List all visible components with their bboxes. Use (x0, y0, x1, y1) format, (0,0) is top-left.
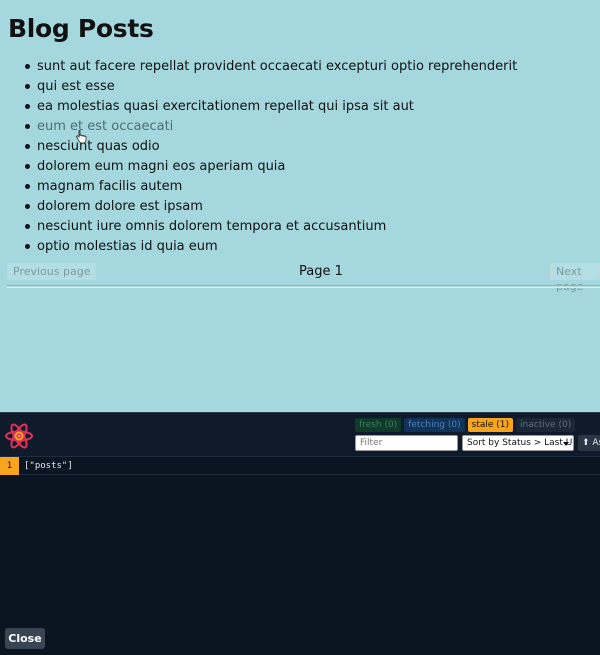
devtools-header: fresh (0) fetching (0) stale (1) inactiv… (0, 413, 600, 457)
stale-badge: stale (1) (467, 418, 514, 432)
blog-page: Blog Posts sunt aut facere repellat prov… (0, 0, 600, 412)
post-item[interactable]: dolorem dolore est ipsam (24, 197, 517, 217)
post-item[interactable]: dolorem eum magni eos aperiam quia (24, 157, 517, 177)
next-page-button[interactable]: Next page (550, 263, 600, 293)
react-query-flower-icon[interactable] (4, 421, 34, 451)
previous-page-button[interactable]: Previous page (7, 263, 97, 280)
status-badges: fresh (0) fetching (0) stale (1) inactiv… (355, 418, 576, 432)
inactive-badge: inactive (0) (516, 418, 576, 432)
post-item[interactable]: ea molestias quasi exercitationem repell… (24, 97, 517, 117)
sort-select-label: Sort by Status > Last Updated (467, 438, 573, 448)
sort-direction-button[interactable]: ⬆ Asc (578, 435, 600, 451)
post-list: sunt aut facere repellat provident occae… (24, 57, 517, 257)
post-item[interactable]: nesciunt quas odio (24, 137, 517, 157)
sort-select[interactable]: Sort by Status > Last Updated (462, 435, 574, 451)
close-button[interactable]: Close (5, 628, 45, 649)
page-title: Blog Posts (8, 14, 154, 43)
query-row[interactable]: 1 ["posts"] (0, 457, 600, 475)
query-devtools-panel: fresh (0) fetching (0) stale (1) inactiv… (0, 412, 600, 655)
post-item[interactable]: nesciunt iure omnis dolorem tempora et a… (24, 217, 517, 237)
query-observer-count: 1 (0, 457, 19, 475)
fresh-badge: fresh (0) (355, 418, 402, 432)
hand-pointer-icon (76, 130, 87, 144)
post-item[interactable]: qui est esse (24, 77, 517, 97)
query-key: ["posts"] (24, 461, 73, 471)
page-indicator: Page 1 (299, 264, 343, 279)
post-item-hovered[interactable]: eum et est occaecati (24, 117, 517, 137)
post-item[interactable]: magnam facilis autem (24, 177, 517, 197)
fetching-badge: fetching (0) (404, 418, 465, 432)
post-item[interactable]: sunt aut facere repellat provident occae… (24, 57, 517, 77)
post-item[interactable]: optio molestias id quia eum (24, 237, 517, 257)
pagination: Previous page Page 1 Next page (0, 263, 600, 293)
caret-down-icon (563, 442, 569, 446)
filter-input[interactable]: Filter (355, 435, 458, 451)
divider (7, 285, 600, 288)
